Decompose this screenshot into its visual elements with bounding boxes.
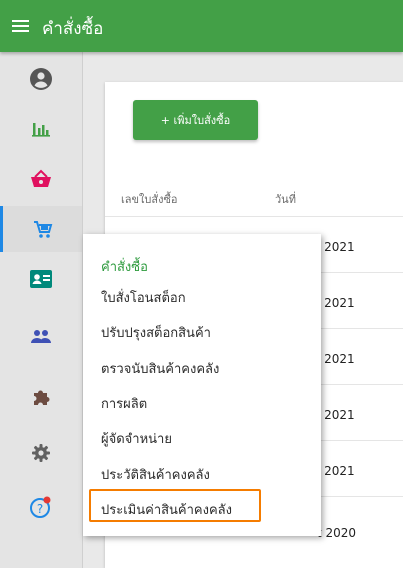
submenu-item-stock-adjustments[interactable]: ปรับปรุงสต็อกสินค้า (101, 322, 211, 343)
basket-icon (31, 169, 51, 187)
table-row-date[interactable]: l 2021 (317, 296, 355, 310)
table-row-date[interactable]: l 2021 (317, 352, 355, 366)
submenu-item-suppliers[interactable]: ผู้จัดจำหน่าย (101, 428, 172, 449)
account-icon (30, 68, 52, 90)
submenu-item-inventory-valuation[interactable]: ประเมินค่าสินค้าคงคลัง (101, 499, 232, 520)
submenu-header-purchase-orders[interactable]: คำสั่งซื้อ (101, 256, 148, 277)
bar-chart-icon (32, 123, 50, 137)
sidebar-item-employees[interactable] (0, 314, 82, 360)
submenu-item-inventory-history[interactable]: ประวัติสินค้าคงคลัง (101, 464, 210, 485)
sidebar-item-help[interactable]: ? (0, 484, 82, 530)
sidebar-item-purchase-orders[interactable] (0, 206, 82, 252)
sidebar-item-settings[interactable] (0, 430, 82, 476)
add-purchase-order-button[interactable]: + เพิ่มใบสั่งซื้อ (133, 100, 258, 140)
gear-icon (32, 444, 50, 462)
submenu-item-inventory-counts[interactable]: ตรวจนับสินค้าคงคลัง (101, 358, 219, 379)
sidebar-item-contacts[interactable] (0, 256, 82, 302)
sidebar-item-reports[interactable] (0, 106, 82, 152)
page-title: คำสั่งซื้อ (42, 19, 104, 39)
puzzle-icon (34, 390, 50, 405)
column-header-date: วันที่ (275, 193, 296, 206)
help-icon: ? (30, 496, 51, 518)
sidebar-item-integrations[interactable] (0, 374, 82, 420)
contact-card-icon (30, 270, 52, 288)
people-icon (31, 330, 51, 343)
table-row-date[interactable]: l 2021 (317, 240, 355, 254)
table-row-date[interactable]: t 2020 (317, 526, 356, 540)
sidebar-item-sales[interactable] (0, 156, 82, 202)
submenu-item-productions[interactable]: การผลิต (101, 393, 147, 414)
column-header-order-number: เลขใบสั่งซื้อ (121, 193, 178, 206)
menu-icon[interactable] (0, 0, 40, 52)
cart-icon (33, 221, 52, 238)
svg-text:?: ? (37, 502, 43, 516)
table-row-date[interactable]: l 2021 (317, 464, 355, 478)
row-divider (105, 216, 403, 217)
table-row-date[interactable]: l 2021 (317, 408, 355, 422)
sidebar-item-account[interactable] (0, 56, 82, 102)
purchase-orders-submenu: คำสั่งซื้อ ใบสั่งโอนสต็อก ปรับปรุงสต็อกส… (83, 234, 321, 536)
top-app-bar: คำสั่งซื้อ (0, 0, 403, 52)
submenu-item-transfer-orders[interactable]: ใบสั่งโอนสต็อก (101, 287, 186, 308)
sidebar: ? (0, 52, 83, 568)
